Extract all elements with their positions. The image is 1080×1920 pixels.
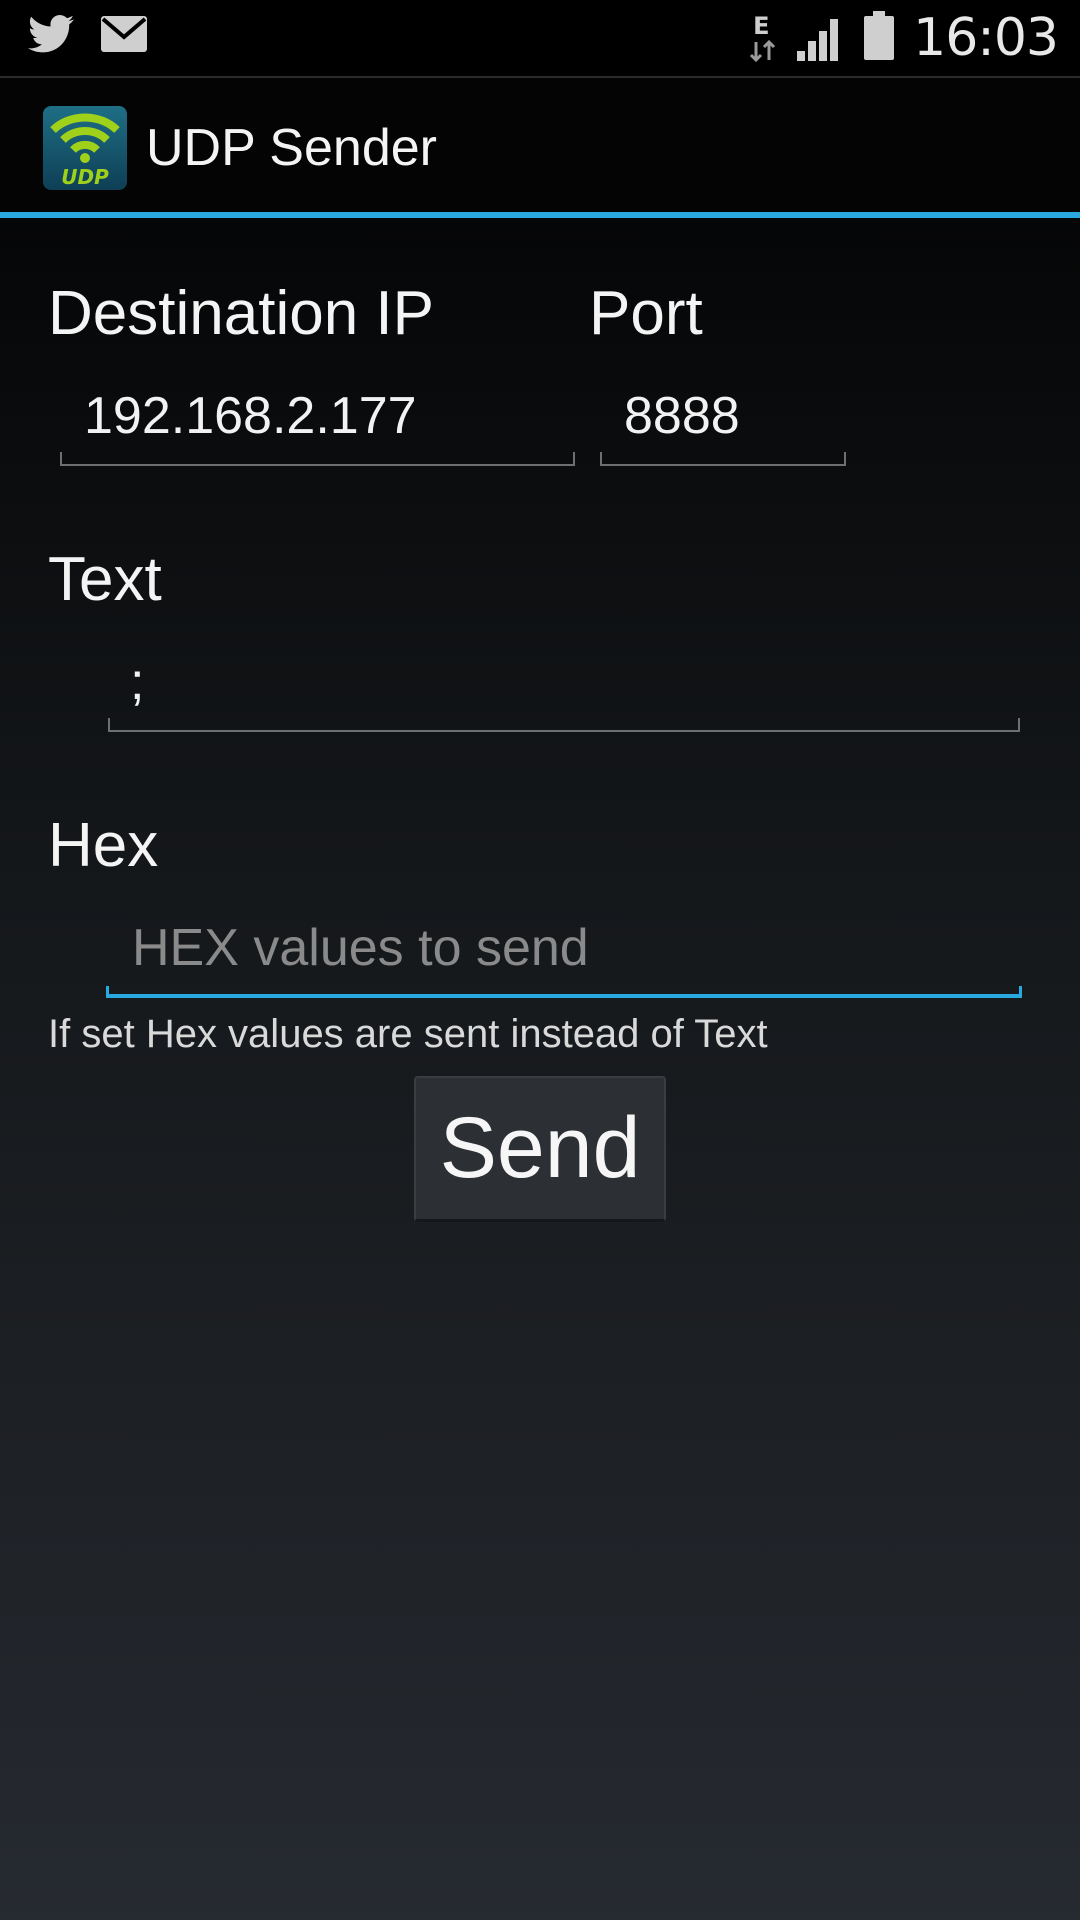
- port-underline: [600, 452, 846, 466]
- text-field[interactable]: ;: [108, 652, 1020, 732]
- action-bar: UDP UDP Sender: [0, 78, 1080, 212]
- mail-icon: [100, 15, 148, 58]
- network-type-label: E: [753, 12, 770, 40]
- system-status-icons: E 16:03: [747, 6, 1059, 70]
- destination-ip-value: 192.168.2.177: [84, 387, 417, 445]
- port-field[interactable]: 8888: [600, 386, 846, 466]
- hex-field[interactable]: HEX values to send: [106, 918, 1022, 998]
- twitter-icon: [28, 14, 74, 59]
- destination-ip-label: Destination IP: [48, 279, 434, 348]
- port-value: 8888: [624, 387, 740, 445]
- hex-placeholder: HEX values to send: [132, 919, 589, 977]
- status-bar: E 16:03: [0, 0, 1080, 76]
- udp-wifi-logo-icon[interactable]: UDP: [43, 106, 127, 190]
- battery-icon: [863, 10, 895, 66]
- text-underline: [108, 718, 1020, 732]
- status-time: 16:03: [913, 8, 1059, 68]
- hex-hint: If set Hex values are sent instead of Te…: [48, 1012, 768, 1056]
- destination-ip-field[interactable]: 192.168.2.177: [60, 386, 575, 466]
- hex-underline: [106, 986, 1022, 998]
- send-button[interactable]: Send: [414, 1076, 666, 1222]
- text-value: ;: [130, 653, 145, 711]
- app-title: UDP Sender: [146, 119, 437, 177]
- network-activity-icon: E: [747, 10, 777, 66]
- port-label: Port: [589, 279, 703, 348]
- destination-ip-underline: [60, 452, 575, 466]
- hex-label: Hex: [48, 811, 159, 880]
- signal-icon: [795, 11, 845, 66]
- notification-icons: [28, 14, 148, 59]
- main-content: Destination IP Port 192.168.2.177 8888 T…: [0, 218, 1080, 1920]
- svg-text:UDP: UDP: [61, 165, 109, 189]
- text-label: Text: [48, 545, 162, 614]
